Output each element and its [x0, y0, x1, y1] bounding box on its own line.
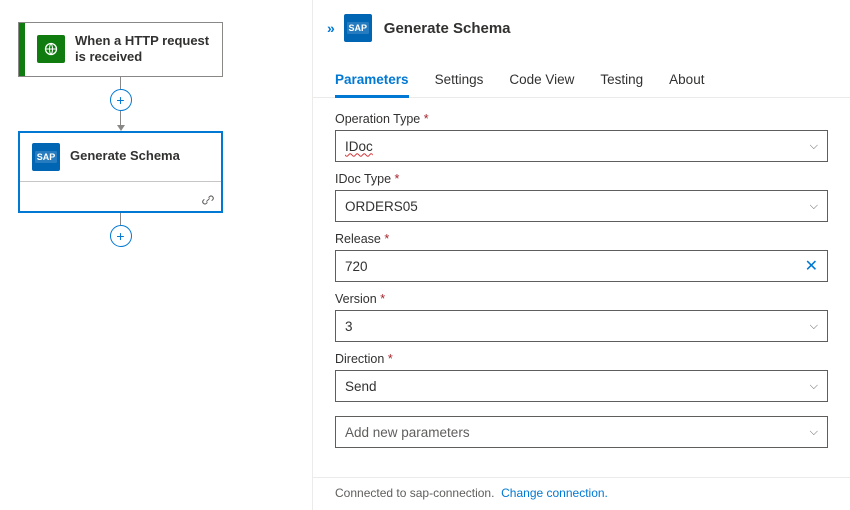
idoc-type-label: IDoc Type * — [335, 172, 828, 186]
tab-code-view[interactable]: Code View — [509, 66, 574, 97]
add-new-parameters-select[interactable]: Add new parameters ⌵ — [335, 416, 828, 448]
trigger-accent — [19, 23, 25, 76]
tab-testing[interactable]: Testing — [600, 66, 643, 97]
idoc-type-value: ORDERS05 — [345, 199, 418, 214]
panel-tabs: Parameters Settings Code View Testing Ab… — [313, 66, 850, 98]
connector-end: + — [18, 213, 223, 247]
collapse-panel-icon[interactable]: » — [327, 20, 332, 36]
connected-to-text: Connected to — [335, 486, 410, 500]
trigger-node[interactable]: When a HTTP request is received — [18, 22, 223, 77]
http-request-icon — [37, 35, 65, 63]
trigger-node-title: When a HTTP request is received — [75, 33, 210, 66]
version-select[interactable]: 3 ⌵ — [335, 310, 828, 342]
release-input[interactable]: 720 ✕ — [335, 250, 828, 282]
chevron-down-icon: ⌵ — [810, 380, 818, 393]
connection-footer: Connected to sap-connection. Change conn… — [313, 477, 850, 510]
release-value: 720 — [345, 259, 368, 274]
operation-type-label: Operation Type * — [335, 112, 828, 126]
connector: + — [18, 77, 223, 131]
parameters-form: Operation Type * IDoc ⌵ IDoc Type * ORDE… — [313, 98, 850, 477]
change-connection-link[interactable]: Change connection. — [501, 486, 608, 500]
chevron-down-icon: ⌵ — [810, 320, 818, 333]
version-value: 3 — [345, 319, 353, 334]
tab-about[interactable]: About — [669, 66, 704, 97]
connection-name: sap-connection. — [410, 486, 495, 500]
operation-type-value: IDoc — [345, 139, 373, 154]
chevron-down-icon: ⌵ — [810, 200, 818, 213]
version-label: Version * — [335, 292, 828, 306]
workflow-canvas: When a HTTP request is received + SAP Ge… — [0, 0, 312, 510]
idoc-type-select[interactable]: ORDERS05 ⌵ — [335, 190, 828, 222]
config-panel: » SAP Generate Schema Parameters Setting… — [312, 0, 850, 510]
release-label: Release * — [335, 232, 828, 246]
direction-value: Send — [345, 379, 377, 394]
chevron-down-icon: ⌵ — [810, 140, 818, 153]
action-node[interactable]: SAP Generate Schema — [18, 131, 223, 213]
clear-icon[interactable]: ✕ — [805, 256, 818, 276]
tab-parameters[interactable]: Parameters — [335, 66, 409, 97]
chevron-down-icon: ⌵ — [810, 426, 818, 439]
operation-type-select[interactable]: IDoc ⌵ — [335, 130, 828, 162]
sap-icon: SAP — [344, 14, 372, 42]
panel-title: Generate Schema — [384, 20, 511, 37]
add-new-parameters-text: Add new parameters — [345, 425, 470, 440]
connection-link-icon — [201, 193, 215, 207]
direction-label: Direction * — [335, 352, 828, 366]
add-step-button-end[interactable]: + — [110, 225, 132, 247]
sap-icon: SAP — [32, 143, 60, 171]
action-node-title: Generate Schema — [70, 148, 180, 164]
add-step-button[interactable]: + — [110, 89, 132, 111]
direction-select[interactable]: Send ⌵ — [335, 370, 828, 402]
tab-settings[interactable]: Settings — [435, 66, 484, 97]
